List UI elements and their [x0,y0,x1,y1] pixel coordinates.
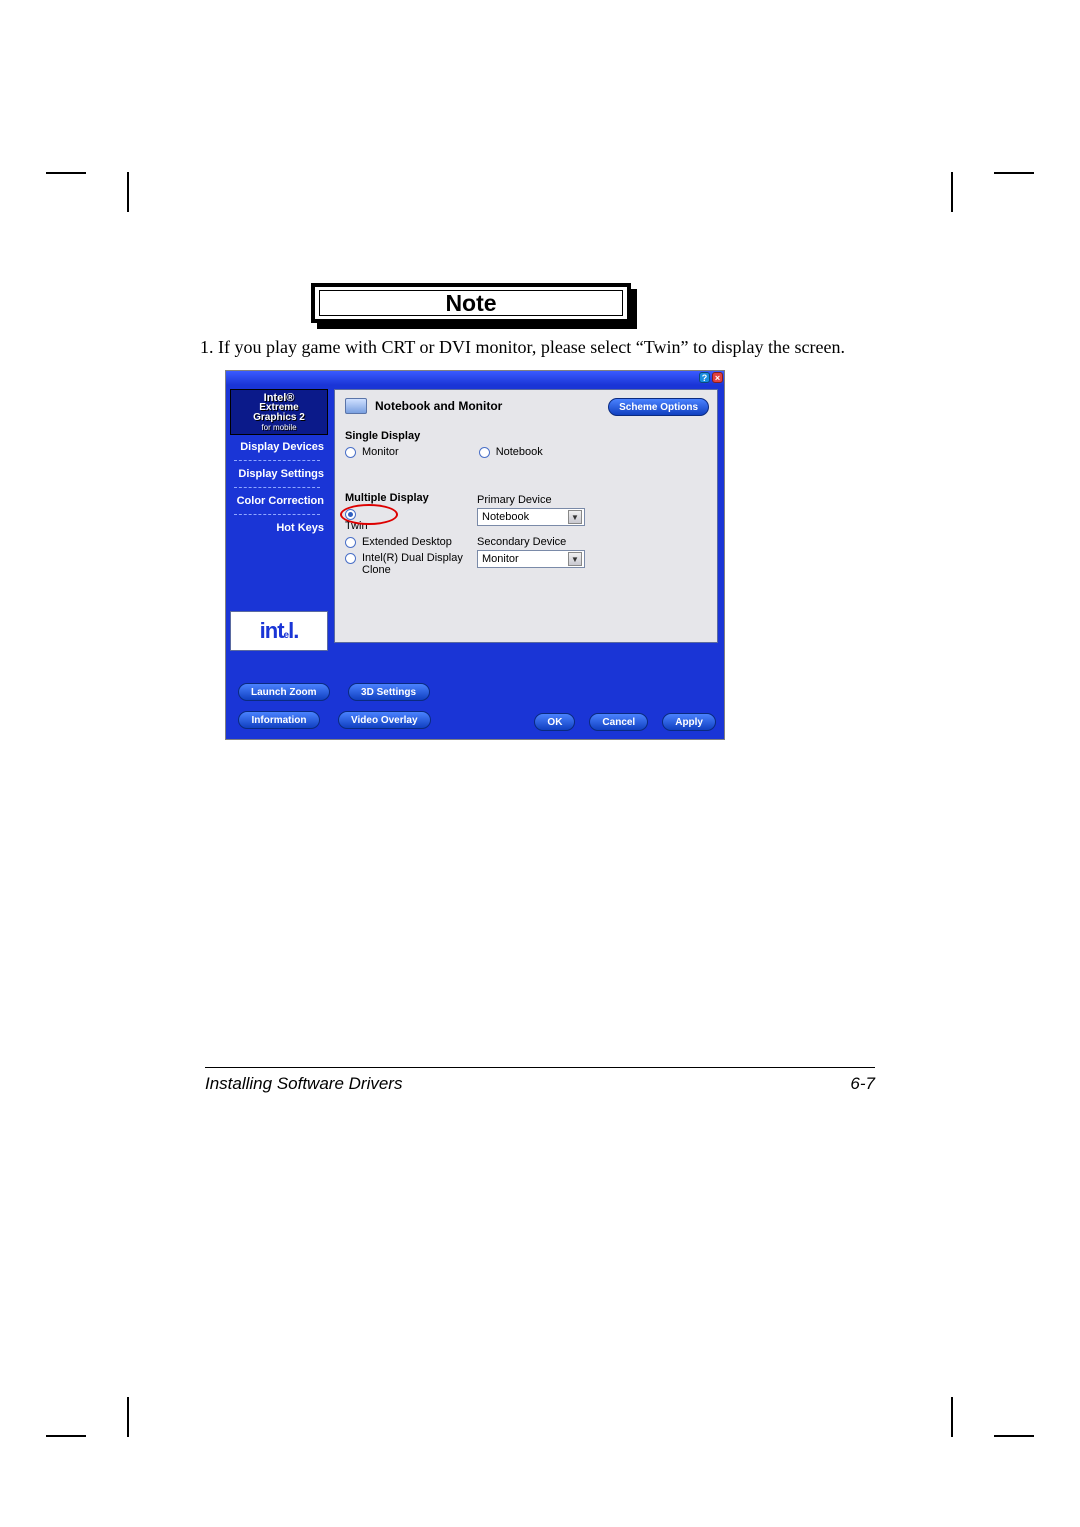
radio-icon [345,447,356,458]
intel-brand-logo: intel. [230,611,328,651]
page-footer: Installing Software Drivers 6-7 [205,1074,875,1094]
secondary-device-label: Secondary Device [477,536,585,548]
monitor-icon [345,398,367,414]
footer-rule [205,1067,875,1068]
footer-page: 6-7 [850,1074,875,1094]
radio-icon [345,509,356,520]
single-display-title: Single Display [345,430,705,442]
note-heading-box: Note [311,283,637,327]
footer-section: Installing Software Drivers [205,1074,402,1094]
sidebar-item-display-settings[interactable]: Display Settings [230,462,328,486]
radio-icon [345,553,356,564]
launch-zoom-button[interactable]: Launch Zoom [238,683,330,701]
sidebar-item-color-correction[interactable]: Color Correction [230,489,328,513]
ok-button[interactable]: OK [534,713,575,731]
radio-twin[interactable]: Twin [345,508,368,532]
main-panel: Notebook and Monitor Scheme Options Sing… [334,389,718,643]
multiple-display-group: Multiple Display Twin Extended Desktop I… [345,492,705,580]
primary-device-select[interactable]: Notebook ▼ [477,508,585,526]
radio-icon [345,537,356,548]
sidebar-item-display-devices[interactable]: Display Devices [230,435,328,459]
primary-device-label: Primary Device [477,494,585,506]
video-overlay-button[interactable]: Video Overlay [338,711,431,729]
panel-title: Notebook and Monitor [375,399,502,413]
note-heading: Note [319,290,623,316]
radio-monitor[interactable]: Monitor [345,446,399,458]
radio-notebook[interactable]: Notebook [479,446,543,458]
product-logo: Intel® Extreme Graphics 2 for mobile [230,389,328,435]
chevron-down-icon: ▼ [568,510,582,524]
cancel-button[interactable]: Cancel [589,713,648,731]
sidebar: Intel® Extreme Graphics 2 for mobile Dis… [230,389,328,540]
help-icon[interactable]: ? [699,372,710,383]
close-icon[interactable]: × [712,372,723,383]
3d-settings-button[interactable]: 3D Settings [348,683,430,701]
radio-extended-desktop[interactable]: Extended Desktop [345,536,465,548]
radio-icon [479,447,490,458]
apply-button[interactable]: Apply [662,713,716,731]
secondary-device-select[interactable]: Monitor ▼ [477,550,585,568]
sidebar-item-hot-keys[interactable]: Hot Keys [230,516,328,540]
note-text: 1. If you play game with CRT or DVI moni… [200,336,900,359]
single-display-group: Single Display Monitor Notebook [345,430,705,462]
intel-graphics-window: ? × Intel® Extreme Graphics 2 for mobile… [225,370,725,740]
titlebar: ? × [226,371,724,385]
information-button[interactable]: Information [238,711,320,729]
chevron-down-icon: ▼ [568,552,582,566]
radio-dual-display-clone[interactable]: Intel(R) Dual Display Clone [345,552,465,576]
scheme-options-button[interactable]: Scheme Options [608,398,709,416]
